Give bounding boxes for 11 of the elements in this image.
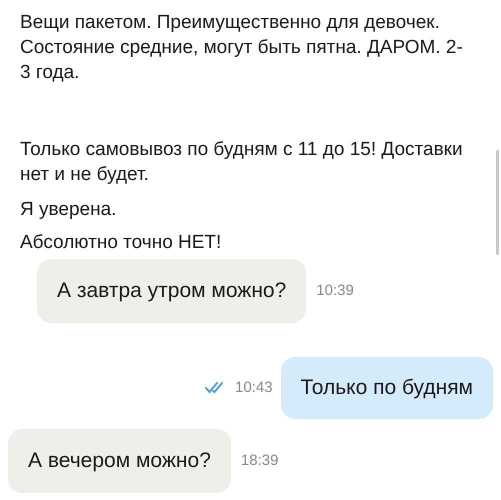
message-bubble: А завтра утром можно? xyxy=(37,259,306,323)
message-time: 18:39 xyxy=(240,450,278,471)
message-time: 10:39 xyxy=(316,280,354,301)
description-text: Абсолютно точно НЕТ! xyxy=(20,231,222,255)
message-bubble: Только по будням xyxy=(280,357,493,419)
description-text: Только самовывоз по будням с 11 до 15! Доставки нет и не будет. xyxy=(20,138,464,187)
message-bubble: А вечером можно? xyxy=(8,429,231,493)
description-text: Вещи пакетом. Преимущественно для девочек. Состояние средние, могут быть пятна. ДАРОМ. 2-3 года. xyxy=(20,11,464,85)
scrollbar[interactable] xyxy=(496,150,499,255)
description-text: Я уверена. xyxy=(20,198,118,222)
message-time: 10:43 xyxy=(235,378,273,398)
